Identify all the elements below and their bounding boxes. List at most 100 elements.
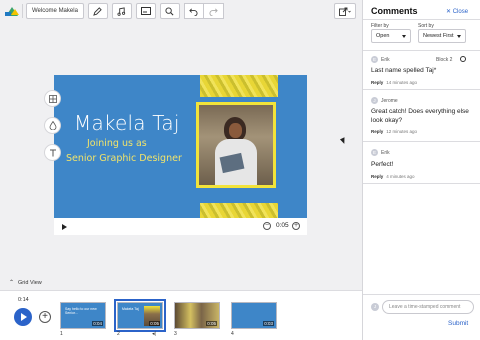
slide-canvas[interactable]: Makela Taj Joining us as Senior Graphic … xyxy=(54,75,307,218)
yellow-photo-strip-bottom xyxy=(200,203,278,218)
project-name-button[interactable]: Welcome Makela xyxy=(26,3,84,19)
comment-item[interactable]: J Jerome Great catch! Does everything el… xyxy=(363,91,480,142)
reply-link[interactable]: Reply xyxy=(371,80,383,85)
slide-thumbnail[interactable]: 0:05 xyxy=(174,302,220,329)
sort-select[interactable]: Newest First xyxy=(418,29,466,43)
slide-thumbnail-selected[interactable]: Makela Taj 0:05 xyxy=(114,299,166,332)
new-comment-input[interactable]: Leave a time-stamped comment xyxy=(382,300,474,314)
share-button[interactable] xyxy=(334,3,356,19)
slide-subtitle-line1[interactable]: Joining us as xyxy=(87,138,147,149)
photo-person-face xyxy=(229,123,242,138)
add-slide-button[interactable]: + xyxy=(39,311,51,323)
divider xyxy=(363,294,480,295)
color-button[interactable] xyxy=(44,117,61,134)
thumbnail-number: 1 xyxy=(60,331,63,337)
text-button[interactable] xyxy=(44,144,61,161)
slide-side-tools xyxy=(44,90,62,171)
comment-time: 4 minutes ago xyxy=(386,174,415,179)
grid-view-label: Grid View xyxy=(18,279,42,286)
app-logo-icon[interactable] xyxy=(5,4,19,18)
caption-icon xyxy=(140,7,151,15)
redo-icon xyxy=(209,7,218,16)
avatar: E xyxy=(371,56,378,63)
filter-select[interactable]: Open xyxy=(371,29,411,43)
reply-link[interactable]: Reply xyxy=(371,174,383,179)
comment-time: 14 minutes ago xyxy=(386,80,418,85)
top-toolbar: Welcome Makela xyxy=(0,0,362,22)
slide-photo[interactable] xyxy=(196,102,276,188)
submit-button[interactable]: Submit xyxy=(448,320,468,327)
layout-icon xyxy=(48,94,57,103)
thumbnail-text: Say hello to our new Senior... xyxy=(65,307,97,315)
avatar: E xyxy=(371,149,378,156)
divider xyxy=(22,4,23,18)
chevron-down-icon xyxy=(457,34,461,38)
thumbnail-duration: 0:05 xyxy=(206,321,217,326)
slide-thumbnail[interactable]: 0:03 xyxy=(231,302,277,329)
comment-item[interactable]: E Erik Perfect! Reply 4 minutes ago xyxy=(363,143,480,184)
slide-duration: 0:05 xyxy=(276,222,289,229)
slide-subtitle-line2[interactable]: Senior Graphic Designer xyxy=(66,153,182,164)
comment-author: Jerome xyxy=(381,98,398,104)
grid-view-toggle[interactable]: ⌃ Grid View xyxy=(9,279,42,287)
chevron-up-icon: ⌃ xyxy=(9,280,15,286)
mouse-cursor-icon xyxy=(339,137,348,145)
reply-link[interactable]: Reply xyxy=(371,129,383,134)
slide-stage: Makela Taj Joining us as Senior Graphic … xyxy=(54,75,307,235)
slide-thumbnail[interactable]: Say hello to our new Senior... 0:04 xyxy=(60,302,106,329)
history-group xyxy=(183,3,224,19)
avatar: J xyxy=(371,303,379,311)
close-button[interactable]: ✕ Close xyxy=(446,8,468,15)
panel-title: Comments xyxy=(371,6,418,16)
thumbnail-number: 3 xyxy=(174,331,177,337)
thumbnail-duration: 0:04 xyxy=(92,321,103,326)
thumbnail-text: Makela Taj xyxy=(122,307,139,311)
music-note-icon xyxy=(117,6,126,16)
divider xyxy=(363,19,480,20)
comment-author: Erik xyxy=(381,57,390,63)
chevron-down-icon xyxy=(402,34,406,38)
undo-icon xyxy=(189,7,198,16)
comments-panel: Comments ✕ Close Filter by Open Sort by … xyxy=(362,0,480,340)
resolve-toggle-icon[interactable] xyxy=(460,56,466,62)
slide-playbar: − 0:05 + xyxy=(54,218,307,235)
redo-button[interactable] xyxy=(203,3,224,19)
sort-value: Newest First xyxy=(423,33,454,39)
play-icon[interactable] xyxy=(62,223,67,230)
close-icon: ✕ xyxy=(446,9,453,15)
play-all-button[interactable] xyxy=(14,308,32,326)
thumbnail-number: 2 xyxy=(117,331,120,337)
pencil-icon xyxy=(93,6,103,16)
audio-indicator-icon: ◂| xyxy=(152,331,156,337)
undo-button[interactable] xyxy=(183,3,204,19)
comment-text: Perfect! xyxy=(371,161,394,168)
filter-value: Open xyxy=(376,33,390,39)
decrease-duration-button[interactable]: − xyxy=(263,222,271,230)
thumbnail-duration: 0:05 xyxy=(149,321,160,326)
audio-button[interactable] xyxy=(111,3,132,19)
comment-time: 12 minutes ago xyxy=(386,129,418,134)
layout-button[interactable] xyxy=(44,90,61,107)
avatar: J xyxy=(371,97,378,104)
thumbnail-duration: 0:03 xyxy=(263,321,274,326)
slide-title[interactable]: Makela Taj xyxy=(74,111,180,135)
comment-item[interactable]: E Erik Block 2 Last name spelled Taj* Re… xyxy=(363,50,480,90)
text-icon xyxy=(49,149,56,156)
share-icon xyxy=(339,7,351,16)
comment-block-tag: Block 2 xyxy=(436,57,453,63)
current-time: 0:14 xyxy=(18,297,29,303)
comment-text: Great catch! Does everything else look o… xyxy=(371,108,469,124)
thumbnail-number: 4 xyxy=(231,331,234,337)
search-button[interactable] xyxy=(159,3,180,19)
yellow-photo-strip-top xyxy=(200,75,278,97)
color-fill-icon xyxy=(49,121,56,130)
timeline-bar: 0:14 + Say hello to our new Senior... 0:… xyxy=(0,290,362,340)
comment-author: Erik xyxy=(381,150,390,156)
increase-duration-button[interactable]: + xyxy=(292,222,300,230)
close-label: Close xyxy=(452,9,469,15)
search-icon xyxy=(165,6,174,15)
draw-button[interactable] xyxy=(87,3,108,19)
caption-button[interactable] xyxy=(135,3,156,19)
comment-text: Last name spelled Taj* xyxy=(371,67,437,74)
play-icon xyxy=(21,313,27,321)
